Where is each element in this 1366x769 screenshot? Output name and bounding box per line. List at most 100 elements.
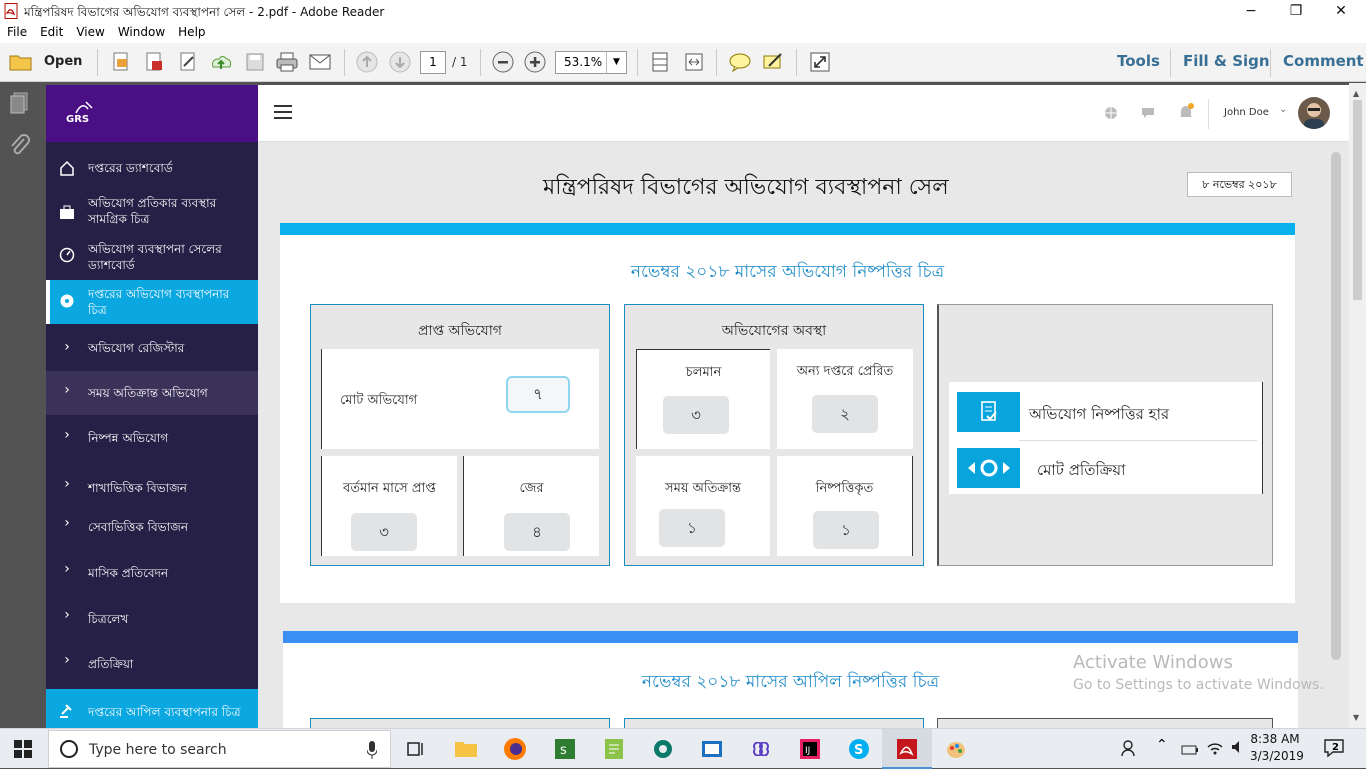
notification-center-icon[interactable]: 2 [1323, 737, 1347, 763]
edit-pdf-icon[interactable] [175, 50, 201, 74]
task-view-icon[interactable] [402, 735, 430, 763]
ide-app-icon[interactable]: IJ [796, 735, 824, 763]
sidebar-item-branch-wise[interactable]: › শাখাভিত্তিক বিভাজন [46, 472, 258, 502]
menu-edit[interactable]: Edit [33, 23, 69, 39]
notification-bell-icon[interactable] [1177, 103, 1195, 125]
document-check-icon[interactable] [957, 392, 1020, 432]
appeal-panel-2 [624, 718, 924, 728]
hamburger-menu-icon[interactable] [274, 104, 294, 124]
sidebar-item-complaint-overview[interactable]: দপ্তরের অভিযোগ ব্যবস্থাপনার চিত্র [46, 280, 258, 324]
activation-watermark-text: Go to Settings to activate Windows. [1073, 677, 1324, 693]
page-number-input[interactable]: 1 [420, 51, 446, 74]
navigation-pane [0, 83, 38, 728]
vpn-app-icon[interactable] [649, 735, 677, 763]
tools-button[interactable]: Tools [1117, 52, 1160, 70]
notes-app-icon[interactable] [600, 735, 628, 763]
presentation-app-icon[interactable] [698, 735, 726, 763]
menu-window[interactable]: Window [111, 23, 171, 39]
spreadsheet-app-icon[interactable]: s [551, 735, 579, 763]
carry-forward-cell: জের ৪ [463, 456, 599, 556]
sidebar-item-dashboard[interactable]: দপ্তরের ড্যাশবোর্ড [46, 154, 258, 182]
sidebar-item-service-wise[interactable]: › সেবাভিত্তিক বিভাজন [46, 511, 258, 541]
infinity-app-icon[interactable] [747, 735, 775, 763]
create-pdf-icon[interactable] [108, 50, 134, 74]
sidebar-item-appeal-overview[interactable]: দপ্তরের আপিল ব্যবস্থাপনার চিত্র [46, 689, 258, 728]
previous-page-icon[interactable] [354, 50, 380, 74]
attachments-icon[interactable] [8, 133, 30, 163]
sidebar-item-overdue[interactable]: › সময় অতিক্রান্ত অভিযোগ [46, 371, 258, 415]
globe-icon[interactable] [1103, 105, 1119, 125]
sidebar-item-charts[interactable]: › চিত্রলেখ [46, 603, 258, 633]
upload-icon[interactable] [208, 50, 234, 74]
scroll-down-icon[interactable]: ▼ [1353, 713, 1359, 722]
sidebar-item-resolved[interactable]: › নিষ্পন্ন অভিযোগ [46, 420, 258, 456]
skype-icon[interactable]: S [845, 735, 873, 763]
resolution-rate-link[interactable]: অভিযোগ নিষ্পত্তির হার [1029, 403, 1169, 428]
combine-pdf-icon[interactable] [141, 50, 167, 74]
fill-sign-button[interactable]: Fill & Sign [1183, 52, 1270, 70]
open-folder-icon[interactable] [8, 50, 34, 74]
chevron-down-icon[interactable]: ⌄ [1279, 104, 1287, 115]
sidebar-item-cell-dashboard[interactable]: অভিযোগ ব্যবস্থাপনা সেলের ড্যাশবোর্ড [46, 239, 258, 275]
complaint-status-panel: অভিযোগের অবস্থা চলমান ৩ অন্য দপ্তরে প্রে… [624, 304, 924, 566]
comment-button[interactable]: Comment [1283, 52, 1364, 70]
windows-taskbar: Type here to search s IJ S ⌃ 8:38 AM 3/3… [0, 728, 1366, 769]
save-icon[interactable] [242, 50, 268, 74]
firefox-icon[interactable] [501, 735, 529, 763]
menu-file[interactable]: File [0, 23, 33, 39]
restore-button[interactable]: ❐ [1273, 0, 1319, 23]
avatar[interactable] [1298, 97, 1330, 129]
chevron-down-icon[interactable]: ▼ [606, 52, 626, 73]
pdf-file-icon [4, 3, 19, 19]
scroll-up-icon[interactable]: ▲ [1353, 89, 1359, 98]
print-icon[interactable] [274, 50, 300, 74]
sticky-note-icon[interactable] [727, 50, 753, 74]
email-icon[interactable] [307, 50, 333, 74]
sidebar-item-monthly-report[interactable]: › মাসিক প্রতিবেদন [46, 557, 258, 587]
fit-width-icon[interactable] [681, 50, 707, 74]
clock-date: 3/3/2019 [1250, 749, 1304, 763]
microphone-icon[interactable] [366, 741, 378, 763]
fit-page-icon[interactable] [647, 50, 673, 74]
next-page-icon[interactable] [387, 50, 413, 74]
windows-start-icon[interactable] [14, 740, 32, 762]
sidebar-item-register[interactable]: › অভিযোগ রেজিস্টার [46, 330, 258, 370]
chat-icon[interactable] [1140, 105, 1156, 125]
open-button[interactable]: Open [44, 54, 82, 69]
chevron-right-icon: › [64, 652, 70, 668]
features-divider [1019, 440, 1257, 441]
people-icon[interactable] [1120, 739, 1138, 761]
reader-scroll-thumb[interactable] [1353, 100, 1362, 300]
file-explorer-icon[interactable] [452, 735, 480, 763]
menu-help[interactable]: Help [171, 23, 211, 39]
minimize-button[interactable]: − [1228, 0, 1274, 23]
chevron-up-icon[interactable]: ⌃ [1156, 737, 1168, 753]
zoom-in-icon[interactable] [522, 50, 548, 74]
chevron-right-icon: › [64, 607, 70, 623]
user-name[interactable]: John Doe [1224, 107, 1269, 118]
zoom-select[interactable]: 53.1% ▼ [555, 51, 627, 74]
paint-app-icon[interactable] [942, 735, 970, 763]
topbar-divider [1208, 99, 1209, 129]
chevron-right-icon: › [64, 339, 70, 355]
system-clock[interactable]: 8:38 AM 3/3/2019 [1250, 731, 1304, 765]
zoom-out-icon[interactable] [490, 50, 516, 74]
volume-icon[interactable] [1230, 739, 1246, 759]
close-button[interactable]: ✕ [1318, 0, 1364, 23]
window-title-bar: মন্ত্রিপরিষদ বিভাগের অভিযোগ ব্যবস্থাপনা … [0, 0, 1366, 23]
feedback-arrows-icon[interactable] [957, 448, 1020, 488]
taskbar-search[interactable]: Type here to search [48, 730, 391, 768]
full-screen-icon[interactable] [807, 50, 833, 74]
wifi-icon[interactable] [1206, 739, 1224, 759]
sidebar-item-feedback[interactable]: › প্রতিক্রিয়া [46, 648, 258, 678]
battery-icon[interactable] [1181, 741, 1199, 760]
page-scroll-thumb[interactable] [1331, 152, 1341, 660]
adobe-reader-icon[interactable] [893, 735, 921, 763]
sidebar-item-overall[interactable]: অভিযোগ প্রতিকার ব্যবস্থার সামগ্রিক চিত্র [46, 193, 258, 229]
activation-watermark-title: Activate Windows [1073, 652, 1233, 673]
menu-view[interactable]: View [69, 23, 110, 39]
menu-bar: File Edit View Window Help [0, 23, 1366, 43]
highlight-icon[interactable] [760, 50, 786, 74]
page-thumbnails-icon[interactable] [8, 91, 30, 119]
total-feedback-link[interactable]: মোট প্রতিক্রিয়া [1037, 459, 1125, 484]
